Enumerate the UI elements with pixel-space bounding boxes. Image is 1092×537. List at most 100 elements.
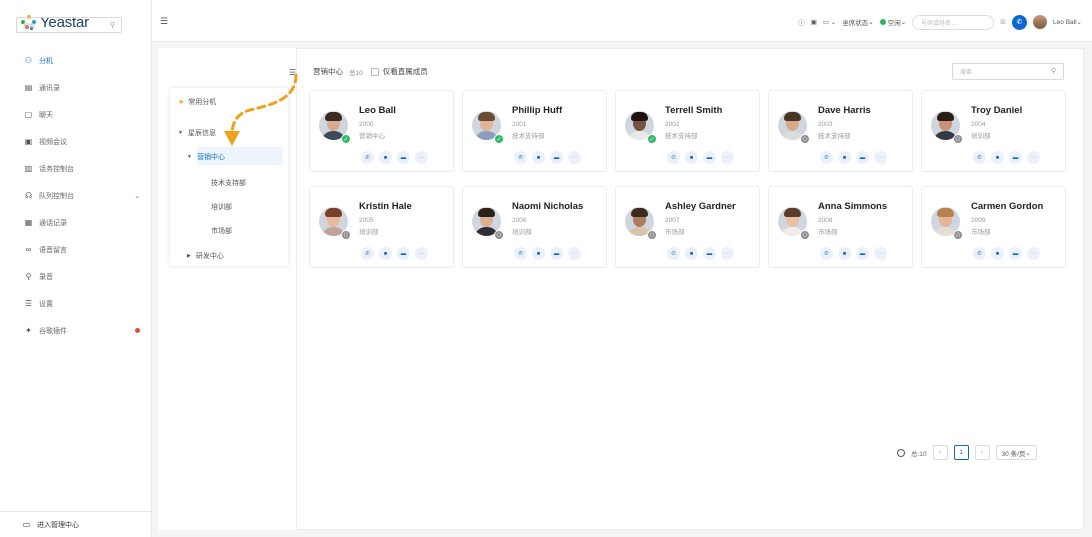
- video-call-icon[interactable]: ■: [532, 247, 545, 260]
- collapse-sidebar-icon[interactable]: ☰: [160, 17, 169, 26]
- more-icon[interactable]: ···: [874, 247, 887, 260]
- more-icon[interactable]: ···: [415, 247, 428, 260]
- search-icon[interactable]: ⚲: [1051, 67, 1056, 75]
- call-icon[interactable]: ✆: [820, 151, 833, 164]
- more-icon[interactable]: ···: [721, 247, 734, 260]
- agent-status-dropdown[interactable]: 坐席状态 ⌄: [842, 17, 873, 27]
- dial-search-input[interactable]: 号码或姓名...: [912, 14, 995, 30]
- contact-card[interactable]: ⚇ Naomi Nicholas 2006 培训部 ✆ ■ ▬ ···: [462, 186, 607, 268]
- sidebar-item[interactable]: ▥ 话务控制台: [0, 155, 152, 182]
- contact-card[interactable]: ⚇ Kristin Hale 2005 培训部 ✆ ■ ▬ ···: [309, 186, 454, 268]
- recording-icon: ⚲: [25, 272, 32, 281]
- chat-icon[interactable]: ▬: [703, 247, 716, 260]
- contact-card[interactable]: ⚇ Anna Simmons 2008 市场部 ✆ ■ ▬ ···: [768, 186, 913, 268]
- direct-only-checkbox[interactable]: [370, 67, 379, 76]
- video-call-icon[interactable]: ■: [838, 151, 851, 164]
- contact-card[interactable]: ⚇ Carmen Gordon 2009 市场部 ✆ ■ ▬ ···: [921, 186, 1066, 268]
- tree-node-training[interactable]: 培训部: [211, 202, 232, 212]
- sidebar-item[interactable]: ▣ 视频会议: [0, 128, 152, 155]
- chat-icon[interactable]: ▬: [1009, 247, 1022, 260]
- call-icon[interactable]: ✆: [361, 247, 374, 260]
- user-avatar[interactable]: [1033, 15, 1048, 29]
- presence-status-dot: [879, 19, 886, 25]
- more-icon[interactable]: ···: [874, 151, 887, 164]
- help-icon[interactable]: ⓘ: [798, 17, 805, 27]
- sidebar-item[interactable]: ☊ 队列控制台 ⌄: [0, 182, 152, 209]
- call-icon[interactable]: ✆: [820, 247, 833, 260]
- tree-node-rnd[interactable]: ▶ 研发中心: [187, 251, 224, 261]
- sidebar-item[interactable]: ▢ 聊天: [0, 101, 152, 128]
- sidebar-item[interactable]: ⚇ 分机: [0, 47, 152, 74]
- contact-card[interactable]: ✓ Terrell Smith 2002 技术支持部 ✆ ■ ▬ ···: [615, 90, 760, 172]
- sidebar-item[interactable]: ∞ 语音留言: [0, 236, 152, 263]
- chat-icon[interactable]: ▬: [397, 151, 410, 164]
- more-icon[interactable]: ···: [1027, 151, 1040, 164]
- chat-icon[interactable]: ▬: [856, 151, 869, 164]
- chat-icon[interactable]: ▬: [550, 151, 563, 164]
- chat-icon[interactable]: ▬: [550, 247, 563, 260]
- page-number-button[interactable]: 1: [953, 445, 969, 460]
- member-search-input[interactable]: 搜索 ⚲: [952, 63, 1064, 80]
- presence-dropdown[interactable]: 空闲 ⌄: [879, 17, 906, 27]
- desktop-icon[interactable]: ▭ ⌄: [823, 18, 836, 26]
- sidebar-item-label: 分机: [39, 57, 53, 65]
- more-icon[interactable]: ···: [415, 151, 428, 164]
- more-icon[interactable]: ···: [568, 151, 581, 164]
- video-call-icon[interactable]: ■: [685, 247, 698, 260]
- contact-card[interactable]: ⚇ Dave Harris 2003 技术支持部 ✆ ■ ▬ ···: [768, 90, 913, 172]
- pagination-total: 总:10: [911, 450, 927, 458]
- call-icon[interactable]: ✆: [973, 151, 986, 164]
- call-icon[interactable]: ✆: [973, 247, 986, 260]
- sidebar-item[interactable]: ▤ 通讯录: [0, 74, 152, 101]
- user-menu[interactable]: Leo Ball ⌄: [1053, 18, 1082, 27]
- dialpad-icon[interactable]: ⊞: [1000, 18, 1006, 26]
- tree-node-support[interactable]: 技术支持部: [211, 178, 246, 188]
- chat-icon[interactable]: ▬: [856, 247, 869, 260]
- video-call-icon[interactable]: ■: [991, 151, 1004, 164]
- sidebar-item[interactable]: ☰ 设置: [0, 290, 152, 317]
- video-call-icon[interactable]: ■: [685, 151, 698, 164]
- tree-node-market[interactable]: 市场部: [211, 226, 232, 236]
- tree-node-label: 星辰信息: [187, 130, 216, 137]
- video-call-icon[interactable]: ■: [379, 151, 392, 164]
- tree-node-root[interactable]: ▼ 星辰信息: [178, 128, 216, 138]
- caret-right-icon[interactable]: ▶: [187, 253, 191, 259]
- call-icon[interactable]: ✆: [667, 151, 680, 164]
- prev-page-button[interactable]: ‹: [932, 445, 948, 460]
- call-icon[interactable]: ✆: [361, 151, 374, 164]
- next-page-button[interactable]: ›: [974, 445, 990, 460]
- contact-card[interactable]: ⚇ Ashley Gardner 2007 市场部 ✆ ■ ▬ ···: [615, 186, 760, 268]
- chat-icon[interactable]: ▬: [703, 151, 716, 164]
- more-icon[interactable]: ···: [568, 247, 581, 260]
- sidebar-item[interactable]: ✦ 谷歌插件: [0, 317, 152, 344]
- caret-down-icon[interactable]: ▼: [178, 130, 183, 136]
- more-icon[interactable]: ···: [1027, 247, 1040, 260]
- call-icon[interactable]: ✆: [667, 247, 680, 260]
- contact-card[interactable]: ✓ Leo Ball 2000 营销中心 ✆ ■ ▬ ···: [309, 90, 454, 172]
- phone-call-button[interactable]: ✆: [1012, 14, 1028, 30]
- sidebar-item[interactable]: ⚲ 录音: [0, 263, 152, 290]
- call-icon[interactable]: ✆: [514, 151, 527, 164]
- tree-node-favorites[interactable]: ★ 常用分机: [178, 97, 216, 107]
- search-icon[interactable]: ⚲: [110, 21, 115, 29]
- video-call-icon[interactable]: ■: [379, 247, 392, 260]
- chevron-down-icon[interactable]: ⌄: [134, 192, 140, 200]
- notes-icon[interactable]: ▣: [811, 18, 817, 26]
- page-size-select[interactable]: 30 条/页 ⌄: [995, 445, 1037, 460]
- chat-icon[interactable]: ▬: [397, 247, 410, 260]
- video-call-icon[interactable]: ■: [991, 247, 1004, 260]
- tree-toggle-icon[interactable]: ☰: [289, 68, 296, 77]
- admin-center-link[interactable]: ▭ 进入管理中心: [0, 511, 152, 537]
- video-call-icon[interactable]: ■: [532, 151, 545, 164]
- tree-search-input[interactable]: 搜索 ⚲: [16, 17, 122, 33]
- caret-down-icon[interactable]: ▼: [187, 154, 192, 160]
- sidebar-item[interactable]: ▦ 通话记录: [0, 209, 152, 236]
- more-icon[interactable]: ···: [721, 151, 734, 164]
- contact-card[interactable]: ⚇ Troy Daniel 2004 培训部 ✆ ■ ▬ ···: [921, 90, 1066, 172]
- refresh-icon[interactable]: [897, 448, 905, 457]
- chat-icon[interactable]: ▬: [1009, 151, 1022, 164]
- call-icon[interactable]: ✆: [514, 247, 527, 260]
- tree-node-marketing[interactable]: ▼ 营销中心: [187, 152, 225, 162]
- contact-card[interactable]: ✓ Phillip Huff 2001 技术支持部 ✆ ■ ▬ ···: [462, 90, 607, 172]
- video-call-icon[interactable]: ■: [838, 247, 851, 260]
